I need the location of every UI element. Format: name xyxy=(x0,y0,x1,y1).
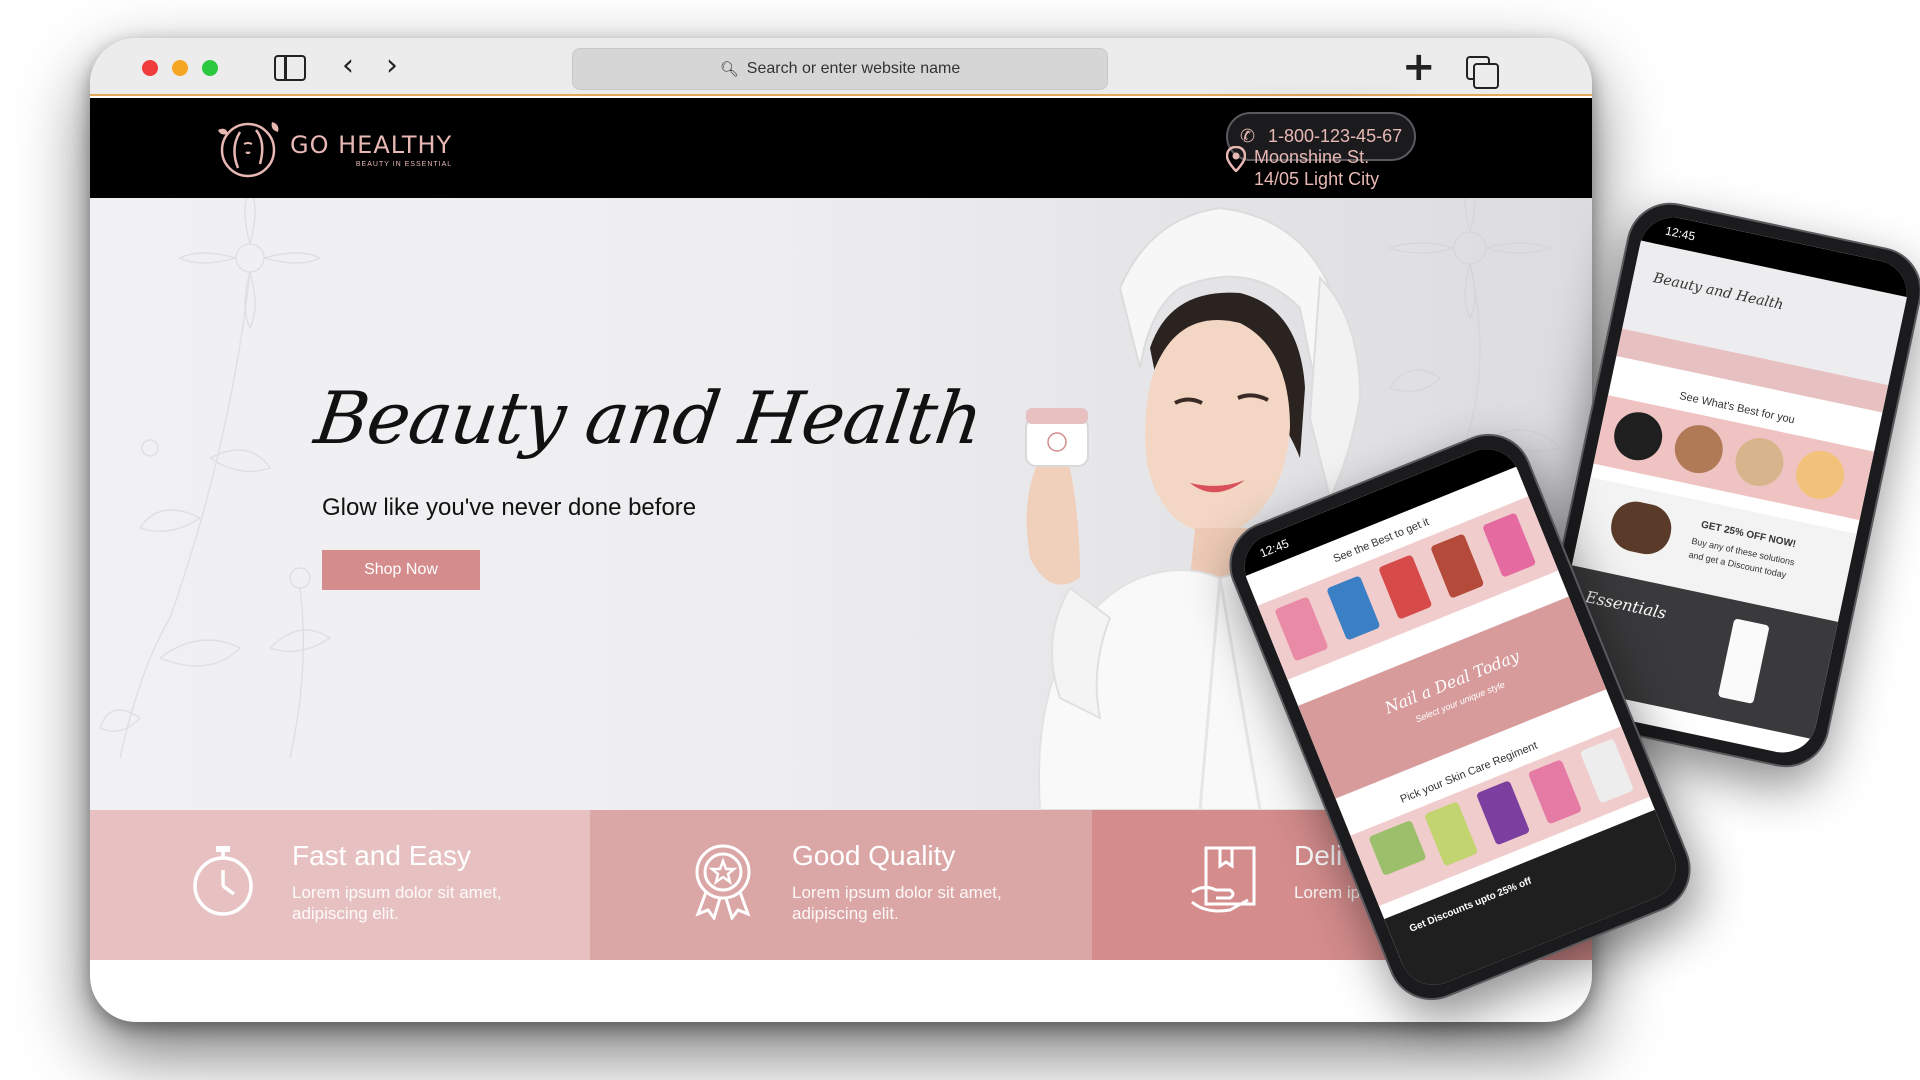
hero-subtitle: Glow like you've never done before xyxy=(322,494,697,521)
minimize-window-button[interactable] xyxy=(172,60,188,76)
contact-address: Moonshine St. 14/05 Light City xyxy=(1225,145,1380,190)
location-pin-icon xyxy=(1225,145,1254,190)
feature-title: Fast and Easy xyxy=(292,840,471,871)
back-arrow-icon[interactable]: ‹ xyxy=(342,48,354,83)
address-line-2: 14/05 Light City xyxy=(1254,169,1380,189)
address-line-1: Moonshine St. xyxy=(1254,147,1370,167)
shop-now-button[interactable]: Shop Now xyxy=(322,550,480,590)
search-icon: 🔍︎ xyxy=(719,60,739,78)
address-bar[interactable]: 🔍︎ Search or enter website name xyxy=(572,48,1108,90)
site-logo[interactable]: GO HEALTHY BEAUTY IN ESSENTIAL xyxy=(212,112,452,186)
logo-name: GO HEALTHY xyxy=(290,130,453,159)
feature-desc: Lorem ipsum dolor sit amet, adipiscing e… xyxy=(292,883,502,923)
sidebar-toggle-icon[interactable] xyxy=(274,55,306,81)
phone-number: 1-800-123-45-67 xyxy=(1268,126,1403,146)
delivery-box-icon xyxy=(1191,846,1256,913)
tab-overview-icon[interactable] xyxy=(1466,56,1499,89)
feature-desc: Lorem ipsum dolor sit amet, adipiscing e… xyxy=(792,883,1002,923)
feature-card-fast: Fast and Easy Lorem ipsum dolor sit amet… xyxy=(90,810,590,960)
feature-title: Good Quality xyxy=(792,840,956,871)
maximize-window-button[interactable] xyxy=(202,60,218,76)
logo-tagline: BEAUTY IN ESSENTIAL xyxy=(355,160,453,168)
phone-icon: ✆ xyxy=(1240,126,1256,147)
stopwatch-icon xyxy=(193,846,253,916)
award-ribbon-icon xyxy=(695,844,751,920)
forward-arrow-icon[interactable]: › xyxy=(386,48,398,83)
browser-toolbar: ‹ › 🔍︎ Search or enter website name + xyxy=(90,38,1592,96)
close-window-button[interactable] xyxy=(142,60,158,76)
hero-title: Beauty and Health xyxy=(310,376,988,460)
address-placeholder: Search or enter website name xyxy=(746,60,961,77)
site-header: GO HEALTHY BEAUTY IN ESSENTIAL ✆ 1-800-1… xyxy=(90,98,1592,198)
woman-face-logo-icon xyxy=(218,122,279,178)
new-tab-plus-icon[interactable]: + xyxy=(1402,44,1436,90)
feature-card-quality: Good Quality Lorem ipsum dolor sit amet,… xyxy=(590,810,1092,960)
